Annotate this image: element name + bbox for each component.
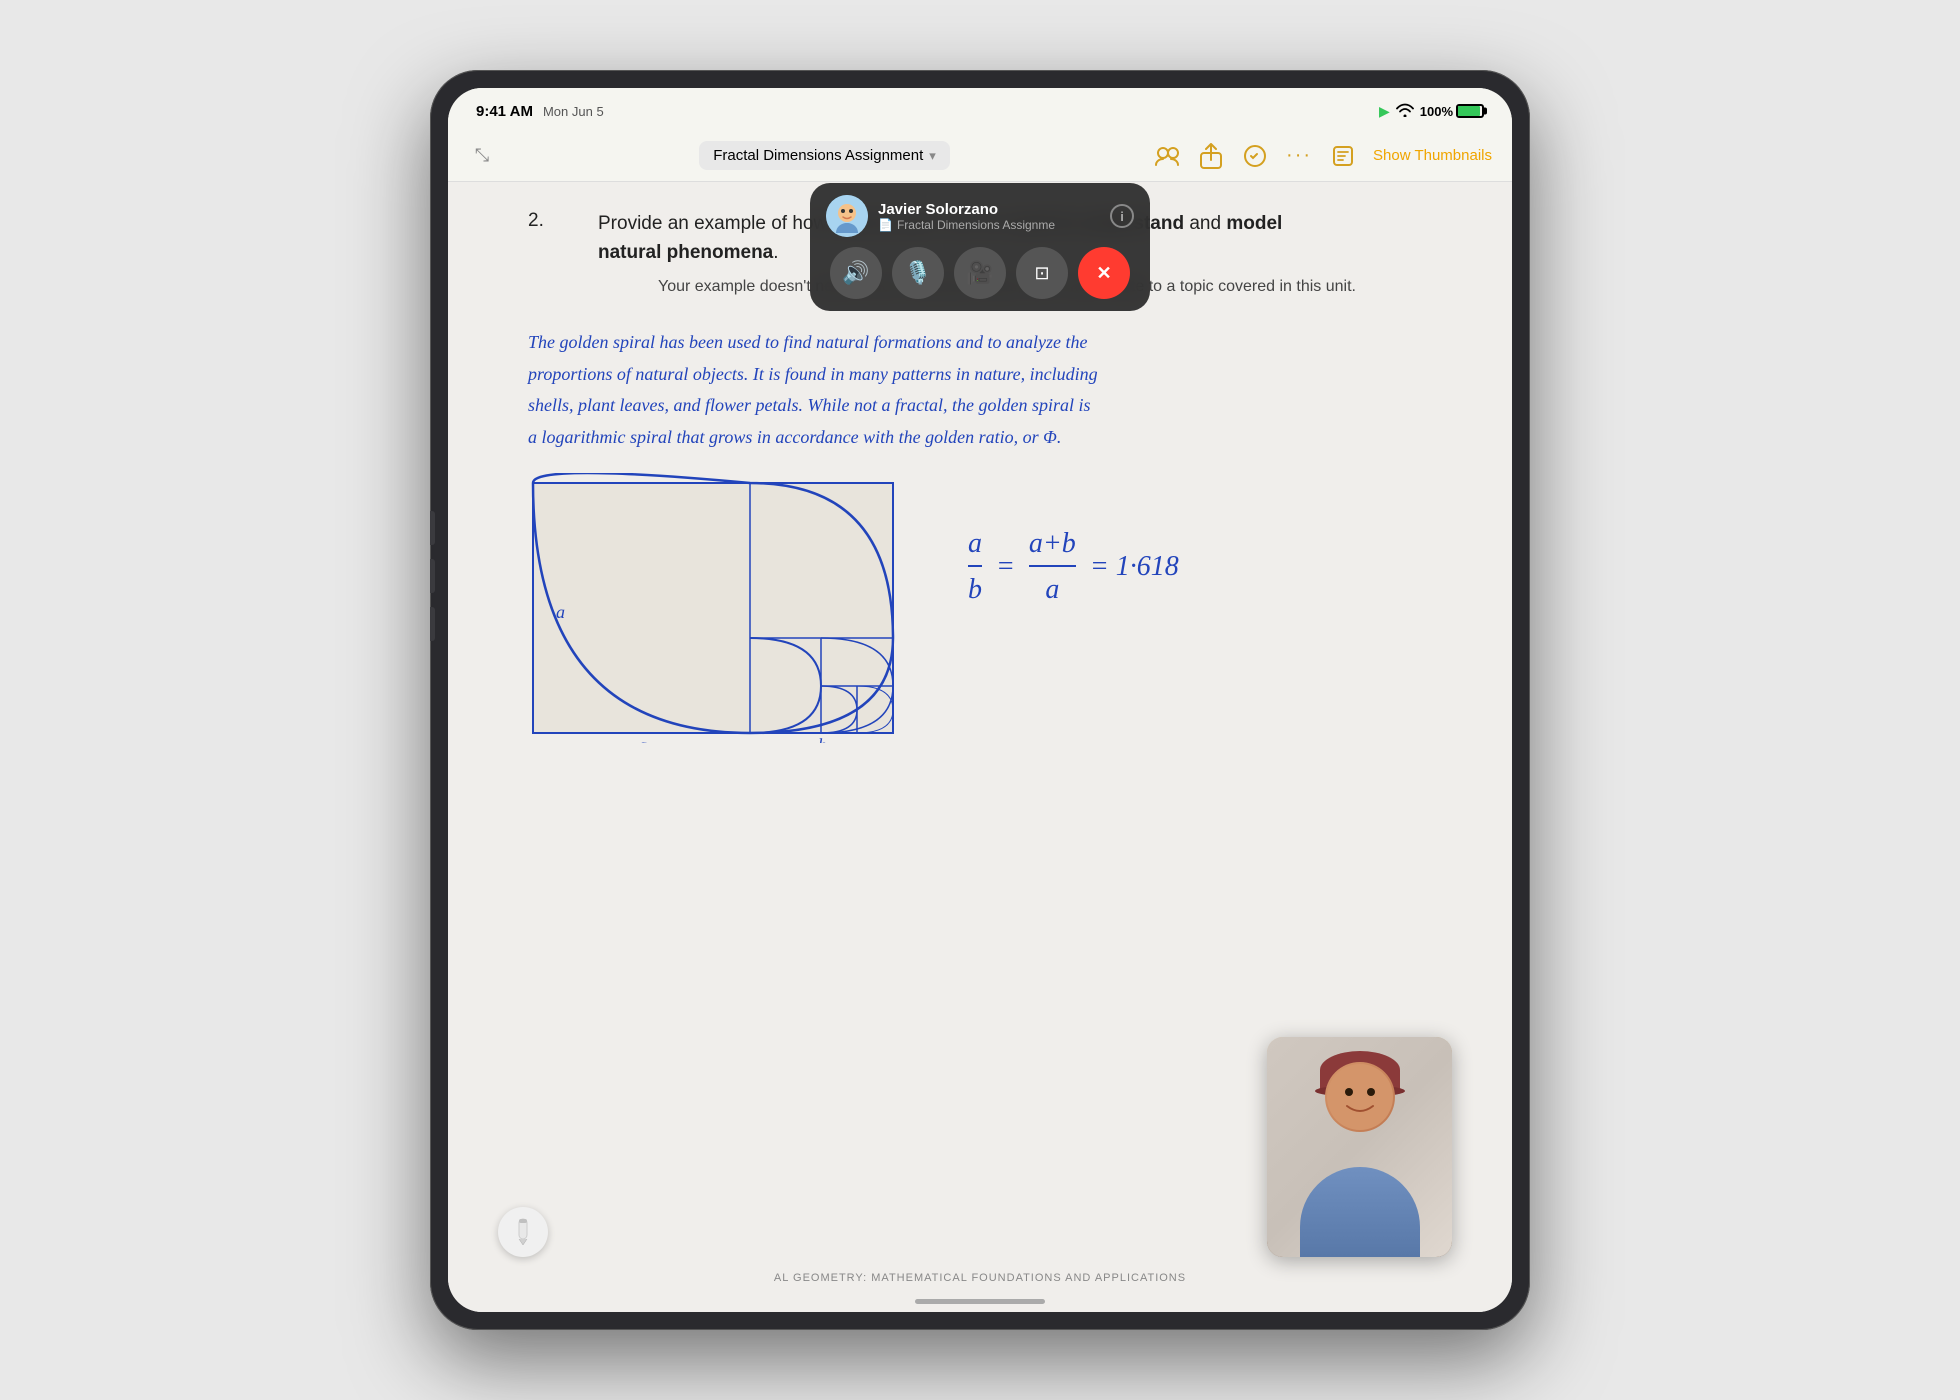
home-indicator [915,1299,1045,1304]
end-call-icon: ✕ [1096,263,1111,284]
facetime-info-button[interactable]: i [1110,204,1134,228]
end-call-button[interactable]: ✕ [1078,247,1130,299]
share-button[interactable] [1197,142,1225,170]
handwritten-line-2: proportions of natural objects. It is fo… [528,359,1432,391]
battery-percent: 100% [1420,104,1453,119]
diagram-area: a a b a b = [528,473,1432,743]
collaborate-button[interactable] [1153,142,1181,170]
caller-avatar [826,195,868,237]
status-icons: ▶ 100% [1379,103,1484,120]
main-content: 2. Provide an example of how mathematics… [448,182,1512,1312]
dropdown-arrow-icon: ▾ [929,148,936,164]
battery-indicator: 100% [1420,104,1484,119]
camera-icon: 🎥 [966,260,993,286]
note-button[interactable] [1329,142,1357,170]
speaker-icon: 🔊 [842,260,869,286]
facetime-header: Javier Solorzano 📄 Fractal Dimensions As… [826,195,1134,237]
camera-button[interactable]: 🎥 [954,247,1006,299]
ipad-screen: 9:41 AM Mon Jun 5 ▶ 100% [448,88,1512,1312]
facetime-overlay: Javier Solorzano 📄 Fractal Dimensions As… [810,183,1150,311]
ipad-device: 9:41 AM Mon Jun 5 ▶ 100% [430,70,1530,1330]
shrink-icon: ⤡ [475,145,489,166]
caller-info: Javier Solorzano 📄 Fractal Dimensions As… [878,201,1100,232]
svg-text:a: a [638,735,647,743]
caption-text: AL GEOMETRY: MATHEMATICAL FOUNDATIONS AN… [774,1272,1186,1284]
video-indicator-icon: ▶ [1379,103,1390,120]
handwritten-line-3: shells, plant leaves, and flower petals.… [528,390,1432,422]
caller-name: Javier Solorzano [878,201,1100,218]
status-date: Mon Jun 5 [543,104,604,119]
handwritten-answer: The golden spiral has been used to find … [528,327,1432,453]
handwritten-line-1: The golden spiral has been used to find … [528,327,1432,359]
svg-text:a: a [556,602,565,622]
facetime-document: 📄 Fractal Dimensions Assignme [878,218,1100,232]
show-thumbnails-button[interactable]: Show Thumbnails [1373,147,1492,164]
facetime-controls: 🔊 🎙️ 🎥 ⊡ ✕ [826,247,1134,299]
formula-section: a b = a+b a = 1·618 [968,473,1179,611]
speaker-button[interactable]: 🔊 [830,247,882,299]
status-time: 9:41 AM [476,103,533,120]
svg-text:b: b [818,735,827,743]
person-head [1325,1062,1395,1132]
status-bar: 9:41 AM Mon Jun 5 ▶ 100% [448,88,1512,130]
toolbar-left: ⤡ [468,142,496,170]
toolbar: ⤡ Fractal Dimensions Assignment ▾ [448,130,1512,182]
pencil-tool-button[interactable] [498,1207,548,1257]
question-number: 2. [528,210,568,321]
screen-share-button[interactable]: ⊡ [1016,247,1068,299]
document-title: Fractal Dimensions Assignment [713,147,923,164]
screen-share-icon: ⊡ [1034,263,1049,284]
golden-spiral-diagram: a a b [528,473,908,743]
markup-button[interactable] [1241,142,1269,170]
side-buttons [430,511,435,641]
facetime-doc-name: Fractal Dimensions Assignme [897,218,1055,232]
document-title-area[interactable]: Fractal Dimensions Assignment ▾ [699,141,950,170]
microphone-icon: 🎙️ [904,260,931,286]
handwritten-line-4: a logarithmic spiral that grows in accor… [528,422,1432,454]
more-button[interactable]: ··· [1285,142,1313,170]
formula-display: a b = a+b a = 1·618 [968,523,1179,611]
shrink-button[interactable]: ⤡ [468,142,496,170]
wifi-icon [1396,103,1414,120]
microphone-button[interactable]: 🎙️ [892,247,944,299]
bottom-caption: AL GEOMETRY: MATHEMATICAL FOUNDATIONS AN… [774,1272,1186,1284]
toolbar-right: ··· Show Thumbnails [1153,142,1492,170]
video-thumbnail [1267,1037,1452,1257]
ellipsis-icon: ··· [1286,144,1312,167]
document-icon: 📄 [878,218,893,232]
